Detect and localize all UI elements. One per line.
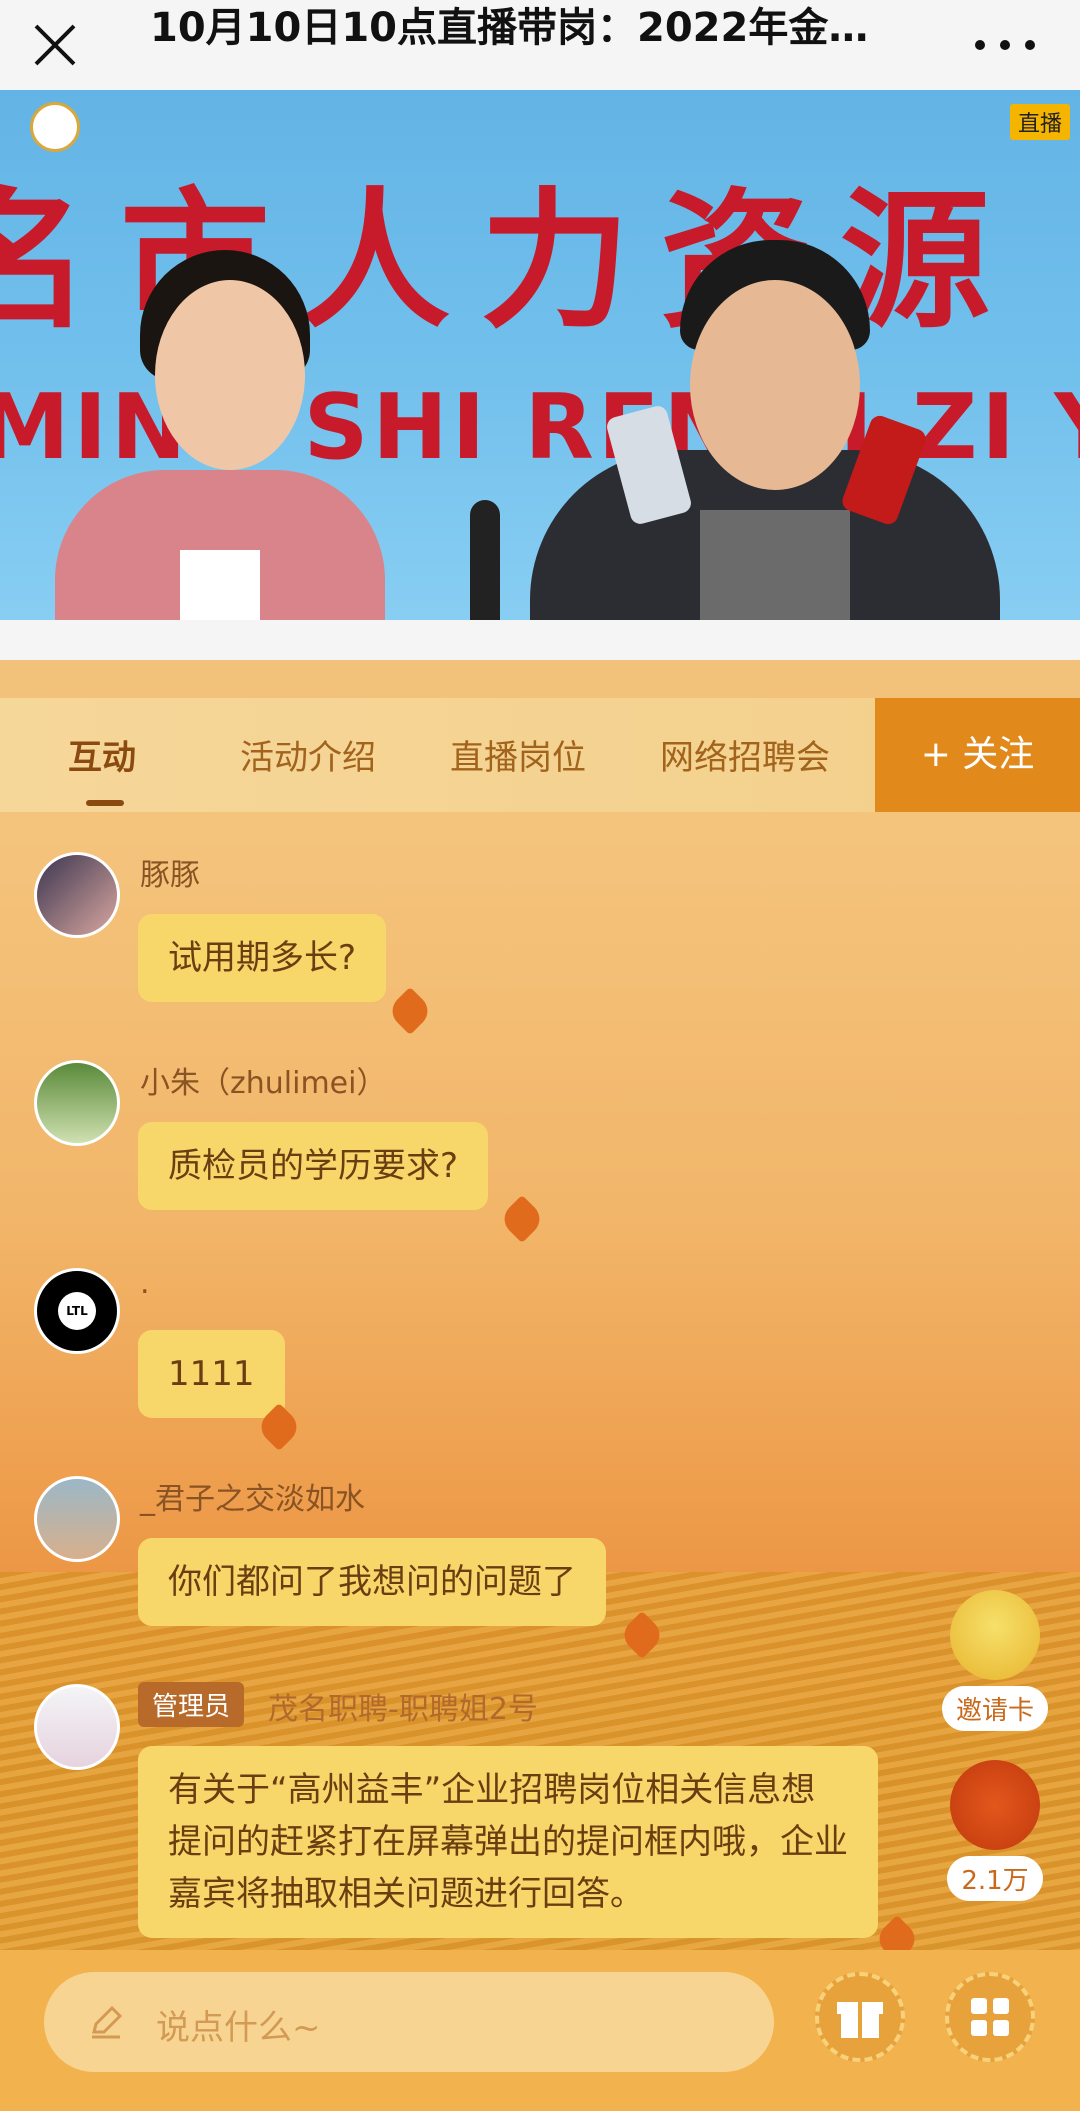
pencil-icon: [92, 2005, 123, 2039]
user-avatar[interactable]: LTL: [34, 1268, 120, 1354]
comment-input[interactable]: 说点什么~: [44, 1972, 774, 2072]
live-video[interactable]: 名市人力资源 MING SHI REN LI ZI YUAN SH 直播: [0, 90, 1080, 660]
host-man-face: [690, 280, 860, 490]
tab-event-intro[interactable]: 活动介绍: [240, 730, 376, 779]
tab-interaction[interactable]: 互动: [68, 730, 136, 779]
page-title: 10月10日10点直播带岗：2022年金…: [150, 5, 869, 51]
organization-logo: [30, 102, 80, 152]
chat-area[interactable]: 豚豚 试用期多长? 小朱（zhulimei） 质检员的学历要求? LTL . 1…: [0, 812, 1080, 1950]
close-icon[interactable]: [30, 20, 80, 70]
active-tab-indicator: [86, 800, 124, 806]
like-count: 2.1万: [947, 1856, 1043, 1901]
invite-card-label: 邀请卡: [941, 1686, 1048, 1731]
follow-button[interactable]: + 关注: [875, 698, 1080, 812]
invite-card-button[interactable]: 邀请卡: [940, 1590, 1050, 1731]
user-name: 豚豚: [140, 858, 200, 893]
ginkgo-leaf-icon: [950, 1590, 1040, 1680]
desk: [0, 620, 1080, 660]
user-avatar[interactable]: [34, 1060, 120, 1146]
host-woman-face: [155, 280, 305, 470]
message-bubble: 质检员的学历要求?: [138, 1122, 489, 1210]
top-bar: 10月10日10点直播带岗：2022年金…: [0, 0, 1080, 90]
comment-placeholder: 说点什么~: [156, 2008, 321, 2048]
tab-live-jobs[interactable]: 直播岗位: [450, 730, 586, 779]
gift-button[interactable]: [815, 1972, 905, 2062]
leaf-icon: [497, 1194, 547, 1244]
user-avatar[interactable]: [34, 1476, 120, 1562]
avatar-text: LTL: [58, 1292, 96, 1330]
grid-icon: [971, 1998, 1009, 2036]
admin-badge: 管理员: [138, 1682, 245, 1727]
message-bubble: 1111: [138, 1330, 285, 1418]
user-name: 小朱（zhulimei）: [140, 1066, 387, 1101]
user-name: 茂名职聘-职聘姐2号: [268, 1692, 538, 1727]
admin-avatar[interactable]: [34, 1684, 120, 1770]
user-name: .: [140, 1266, 150, 1301]
message-bubble: 你们都问了我想问的问题了: [138, 1538, 606, 1626]
more-menu-button[interactable]: [945, 1972, 1035, 2062]
live-badge: 直播: [1009, 104, 1070, 140]
more-options-icon[interactable]: [975, 20, 1035, 70]
gift-icon: [837, 2002, 883, 2038]
message-bubble: 试用期多长?: [138, 914, 387, 1002]
maple-leaf-icon: [950, 1760, 1040, 1850]
user-avatar[interactable]: [34, 852, 120, 938]
like-button[interactable]: 2.1万: [940, 1760, 1050, 1901]
user-name: _君子之交淡如水: [140, 1482, 365, 1517]
bottom-bar: 说点什么~: [0, 1950, 1080, 2111]
leaf-icon: [385, 986, 435, 1036]
tab-bar: 互动 活动介绍 直播岗位 网络招聘会 + 关注: [0, 698, 1080, 812]
message-bubble: 有关于“高州益丰”企业招聘岗位相关信息想提问的赶紧打在屏幕弹出的提问框内哦，企业…: [138, 1746, 878, 1938]
tab-online-job-fair[interactable]: 网络招聘会: [660, 730, 830, 779]
